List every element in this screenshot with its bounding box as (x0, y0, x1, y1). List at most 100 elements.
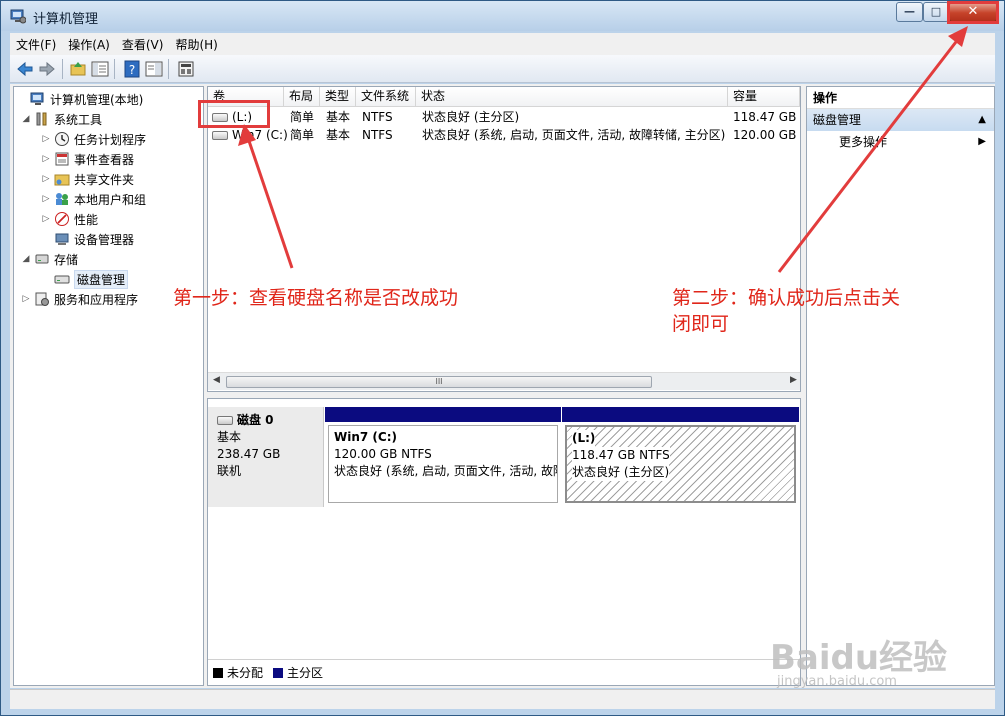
computer-management-icon (30, 92, 44, 105)
partition-l[interactable]: (L:) 118.47 GB NTFS 状态良好 (主分区) (562, 407, 799, 507)
tree-item-event-viewer[interactable]: ▷ 事件查看器 (40, 149, 134, 169)
column-header-capacity[interactable]: 容量 (728, 87, 800, 107)
tree-item-label: 任务计划程序 (74, 132, 147, 147)
tree-item-label: 系统工具 (54, 112, 103, 127)
volume-status: 状态良好 (主分区) (422, 110, 520, 124)
tree-item-label: 计算机管理(本地) (50, 92, 144, 107)
disk-state: 联机 (217, 464, 242, 478)
volume-type: 基本 (326, 110, 351, 124)
collapse-arrow-icon[interactable]: ◢ (20, 114, 32, 124)
volume-list: 卷 布局 类型 文件系统 状态 容量 (L:) 简单 基本 NTFS 状态良好 … (207, 86, 801, 392)
tree-item-disk-management[interactable]: 磁盘管理 (40, 269, 129, 289)
disk-size: 238.47 GB (217, 447, 281, 461)
primary-partition-bar (325, 407, 561, 422)
actions-pane: 操作 磁盘管理 ▲ 更多操作 ▶ (806, 86, 995, 686)
tree-item-label: 事件查看器 (74, 152, 135, 167)
tree-item-shared-folders[interactable]: ▷ 共享文件夹 (40, 169, 134, 189)
volume-status: 状态良好 (系统, 启动, 页面文件, 活动, 故障转储, 主分区) (422, 128, 726, 142)
volume-l-highlight (198, 100, 270, 128)
title-bar[interactable]: 计算机管理 — □ ✕ (1, 1, 1004, 31)
tree-item-services-apps[interactable]: ▷ 服务和应用程序 (20, 289, 138, 309)
volume-name: Win7 (C:) (232, 128, 288, 142)
tree-item-task-scheduler[interactable]: ▷ 任务计划程序 (40, 129, 146, 149)
tree-item-computer-management[interactable]: 计算机管理(本地) (16, 89, 143, 109)
collapse-up-icon[interactable]: ▲ (978, 109, 986, 131)
minimize-button[interactable]: — (896, 2, 923, 22)
menu-bar: 文件(F) 操作(A) 查看(V) 帮助(H) (10, 33, 995, 55)
horizontal-scrollbar[interactable]: ◀ III ▶ (208, 372, 800, 390)
disk-name: 磁盘 0 (237, 413, 274, 427)
menu-action[interactable]: 操作(A) (68, 36, 110, 53)
partition-title: (L:) (572, 430, 596, 447)
event-viewer-icon (55, 152, 69, 166)
help-icon[interactable]: ? (122, 59, 142, 79)
services-icon (35, 292, 49, 306)
disk-management-pane: 卷 布局 类型 文件系统 状态 容量 (L:) 简单 基本 NTFS 状态良好 … (207, 86, 801, 686)
legend-primary: 主分区 (287, 666, 324, 680)
disk-type: 基本 (217, 430, 242, 444)
column-header-layout[interactable]: 布局 (284, 87, 320, 107)
maximize-button[interactable]: □ (923, 2, 949, 22)
expand-arrow-icon[interactable]: ▷ (40, 174, 52, 184)
menu-help[interactable]: 帮助(H) (175, 36, 217, 53)
disk-graph-view: 磁盘 0 基本 238.47 GB 联机 Win7 (C:) 120.00 GB… (207, 398, 801, 686)
partition-status: 状态良好 (主分区) (572, 464, 670, 481)
primary-partition-bar (562, 407, 799, 422)
step1-annotation: 第一步：查看硬盘名称是否改成功 (173, 287, 459, 309)
computer-management-window: 计算机管理 — □ ✕ 文件(F) 操作(A) 查看(V) 帮助(H) ? 计算… (0, 0, 1005, 716)
status-bar (10, 689, 995, 709)
actions-header: 操作 (807, 87, 994, 109)
menu-view[interactable]: 查看(V) (122, 36, 164, 53)
tree-item-system-tools[interactable]: ◢ 系统工具 (20, 109, 102, 129)
up-folder-icon[interactable] (68, 59, 88, 79)
tools-icon (36, 112, 47, 126)
tree-item-label: 存储 (54, 252, 79, 267)
close-button-highlight (947, 1, 999, 24)
expand-arrow-icon[interactable]: ▷ (40, 134, 52, 144)
step2-annotation-line2: 闭即可 (672, 313, 730, 335)
back-icon[interactable] (15, 59, 35, 79)
tree-item-storage[interactable]: ◢ 存储 (20, 249, 78, 269)
toolbar: ? (10, 55, 995, 83)
column-header-filesystem[interactable]: 文件系统 (356, 87, 416, 107)
forward-icon[interactable] (37, 59, 57, 79)
show-hide-icon[interactable] (144, 59, 164, 79)
column-header-type[interactable]: 类型 (320, 87, 356, 107)
scroll-right-icon[interactable]: ▶ (790, 375, 797, 385)
client-area: 计算机管理(本地) ◢ 系统工具 ▷ 任务计划程序 ▷ 事件查看器 ▷ 共享文件… (10, 84, 995, 688)
expand-arrow-icon[interactable]: ▷ (20, 294, 32, 304)
legend: 未分配 主分区 (208, 659, 800, 685)
properties-icon[interactable] (176, 59, 196, 79)
volume-type: 基本 (326, 128, 351, 142)
menu-file[interactable]: 文件(F) (16, 36, 56, 53)
svg-text:?: ? (129, 63, 135, 77)
expand-arrow-icon[interactable]: ▷ (40, 194, 52, 204)
partition-c[interactable]: Win7 (C:) 120.00 GB NTFS 状态良好 (系统, 启动, 页… (325, 407, 561, 507)
disk-info[interactable]: 磁盘 0 基本 238.47 GB 联机 (208, 407, 324, 507)
collapse-arrow-icon[interactable]: ◢ (20, 254, 32, 264)
tree-item-performance[interactable]: ▷ 性能 (40, 209, 98, 229)
window-title: 计算机管理 (33, 12, 99, 27)
legend-unallocated: 未分配 (227, 666, 264, 680)
disk-volume-icon (212, 131, 228, 140)
actions-section-disk-management[interactable]: 磁盘管理 ▲ (807, 109, 994, 131)
baidu-watermark-logo: Baidu经验 (770, 638, 948, 678)
users-icon (56, 193, 68, 205)
scrollbar-thumb[interactable]: III (226, 376, 652, 388)
tree-item-local-users[interactable]: ▷ 本地用户和组 (40, 189, 146, 209)
performance-icon (55, 212, 69, 226)
volume-capacity: 118.47 GB (733, 110, 797, 124)
disk-management-icon (54, 275, 70, 284)
console-tree-icon[interactable] (90, 59, 110, 79)
tree-item-device-manager[interactable]: 设备管理器 (40, 229, 134, 249)
scroll-left-icon[interactable]: ◀ (213, 375, 220, 385)
actions-section-label: 磁盘管理 (813, 113, 862, 127)
partition-title: Win7 (C:) (334, 430, 397, 444)
column-header-status[interactable]: 状态 (416, 87, 728, 107)
shared-folder-icon (54, 174, 70, 186)
expand-arrow-icon[interactable]: ▷ (40, 214, 52, 224)
partition-size: 118.47 GB NTFS (572, 447, 670, 464)
expand-arrow-icon[interactable]: ▷ (40, 154, 52, 164)
more-actions[interactable]: 更多操作 ▶ (807, 131, 994, 153)
tree-item-label: 磁盘管理 (74, 269, 129, 289)
